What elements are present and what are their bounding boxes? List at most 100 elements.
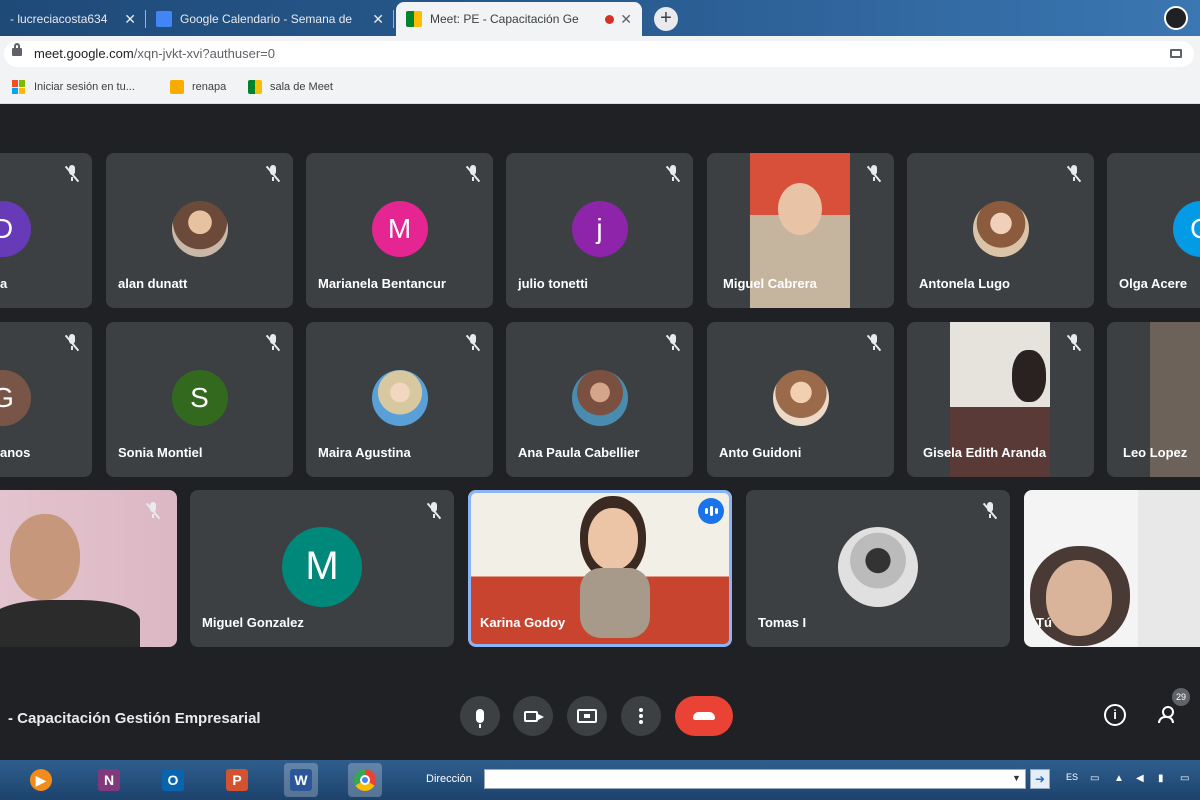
- taskbar-chrome[interactable]: [348, 763, 382, 797]
- bookmark-sala-meet[interactable]: sala de Meet: [248, 80, 333, 94]
- meet-icon: [406, 11, 422, 27]
- muted-mic-icon: [265, 334, 281, 352]
- present-screen-icon: [577, 709, 597, 723]
- meet-stage: D a alan dunatt M Marianela Bentancur j …: [0, 104, 1200, 760]
- avatar: [972, 200, 1029, 257]
- tab-meet[interactable]: Meet: PE - Capacitación Ge ✕: [396, 2, 642, 36]
- language-indicator[interactable]: ES: [1066, 772, 1078, 782]
- taskbar-onenote[interactable]: N: [92, 763, 126, 797]
- muted-mic-icon: [465, 334, 481, 352]
- muted-mic-icon: [866, 165, 882, 183]
- chevron-down-icon[interactable]: ▼: [1012, 773, 1021, 783]
- cast-icon[interactable]: [1170, 49, 1182, 58]
- participant-count-badge: 29: [1172, 688, 1190, 706]
- media-player-icon: ▶: [30, 769, 52, 791]
- participant-tile-self[interactable]: Tú: [1024, 490, 1200, 647]
- face-shape: [10, 514, 80, 600]
- address-toolbar-input[interactable]: [484, 769, 1026, 789]
- participant-tile[interactable]: G anos: [0, 322, 92, 477]
- avatar-initial: G: [0, 381, 14, 413]
- participant-tile[interactable]: Miguel Cabrera: [707, 153, 894, 308]
- microphone-button[interactable]: [460, 696, 500, 736]
- participant-tile[interactable]: O Olga Acere: [1107, 153, 1200, 308]
- avatar: j: [571, 200, 628, 257]
- avatar: [171, 200, 228, 257]
- bookmarks-bar: Iniciar sesión en tu... renapa sala de M…: [0, 72, 1200, 104]
- tab-gmail[interactable]: - lucreciacosta634 ✕: [0, 2, 146, 36]
- bookmark-renapa[interactable]: renapa: [170, 80, 226, 94]
- new-tab-button[interactable]: +: [654, 7, 678, 31]
- participant-tile[interactable]: Ana Paula Cabellier: [506, 322, 693, 477]
- volume-icon[interactable]: ◀: [1136, 773, 1148, 785]
- tab-calendar[interactable]: Google Calendario - Semana de ✕: [146, 2, 394, 36]
- avatar: D: [0, 200, 31, 257]
- bookmark-label: sala de Meet: [270, 81, 333, 93]
- taskbar-powerpoint[interactable]: P: [220, 763, 254, 797]
- url-text[interactable]: meet.google.com/xqn-jvkt-xvi?authuser=0: [34, 46, 275, 61]
- muted-mic-icon: [64, 334, 80, 352]
- participant-name: Anto Guidoni: [719, 445, 802, 460]
- word-icon: W: [290, 769, 312, 791]
- participant-tile[interactable]: S Sonia Montiel: [106, 322, 293, 477]
- participant-tile[interactable]: [0, 490, 177, 647]
- microsoft-icon: [12, 80, 26, 94]
- lock-icon[interactable]: [12, 43, 22, 56]
- participant-name: Olga Acere: [1119, 276, 1188, 291]
- outlook-icon: O: [162, 769, 184, 791]
- participant-tile[interactable]: Gisela Edith Aranda: [907, 322, 1094, 477]
- windows-taskbar: ▶ N O P W Dirección ▼ ➜ ES ▭ ▲ ◀ ▮ ▭: [0, 760, 1200, 800]
- action-center-icon[interactable]: ▭: [1180, 773, 1192, 785]
- more-options-button[interactable]: [621, 696, 661, 736]
- avatar-initial: M: [387, 212, 412, 244]
- network-icon[interactable]: ▮: [1158, 773, 1170, 785]
- address-bar: meet.google.com/xqn-jvkt-xvi?authuser=0: [0, 36, 1200, 72]
- avatar-initial: j: [596, 212, 603, 244]
- participant-tile[interactable]: Leo Lopez: [1107, 322, 1200, 477]
- avatar: [371, 369, 428, 426]
- avatar: [571, 369, 628, 426]
- close-icon[interactable]: ✕: [620, 11, 632, 28]
- participant-tile[interactable]: M Miguel Gonzalez: [190, 490, 454, 647]
- face-shape: [588, 508, 638, 570]
- taskbar-media-player[interactable]: ▶: [24, 763, 58, 797]
- bookmark-microsoft[interactable]: Iniciar sesión en tu...: [12, 80, 135, 94]
- meet-icon: [248, 80, 262, 94]
- muted-mic-icon: [665, 165, 681, 183]
- keyboard-icon[interactable]: ▭: [1090, 773, 1102, 785]
- participant-tile[interactable]: Maira Agustina: [306, 322, 493, 477]
- camera-button[interactable]: [513, 696, 553, 736]
- participant-tile[interactable]: M Marianela Bentancur: [306, 153, 493, 308]
- close-icon[interactable]: ✕: [372, 11, 384, 28]
- browser-tab-strip: - lucreciacosta634 ✕ Google Calendario -…: [0, 0, 1200, 36]
- participant-tile[interactable]: Tomas I: [746, 490, 1010, 647]
- participant-tile-active-speaker[interactable]: Karina Godoy: [468, 490, 732, 647]
- meeting-title: - Capacitación Gestión Empresarial: [8, 710, 261, 727]
- participant-tile[interactable]: alan dunatt: [106, 153, 293, 308]
- participant-name: anos: [0, 445, 31, 460]
- participant-name: Tomas I: [758, 615, 807, 630]
- participant-name: Ana Paula Cabellier: [518, 445, 640, 460]
- muted-mic-icon: [665, 334, 681, 352]
- participant-name: Gisela Edith Aranda: [923, 445, 1047, 460]
- participant-tile[interactable]: Anto Guidoni: [707, 322, 894, 477]
- taskbar-outlook[interactable]: O: [156, 763, 190, 797]
- present-screen-button[interactable]: [567, 696, 607, 736]
- taskbar-word[interactable]: W: [284, 763, 318, 797]
- tab-title: Google Calendario - Semana de: [180, 12, 353, 26]
- url-field[interactable]: meet.google.com/xqn-jvkt-xvi?authuser=0: [4, 41, 1194, 67]
- speaking-icon: [698, 498, 724, 524]
- recording-icon: [605, 14, 615, 24]
- close-icon[interactable]: ✕: [124, 11, 136, 28]
- hang-up-icon: [693, 712, 715, 720]
- participant-tile[interactable]: j julio tonetti: [506, 153, 693, 308]
- participant-tile[interactable]: Antonela Lugo: [907, 153, 1094, 308]
- leave-call-button[interactable]: [675, 696, 733, 736]
- muted-mic-icon: [265, 165, 281, 183]
- show-hidden-icons-icon[interactable]: ▲: [1114, 773, 1126, 785]
- meeting-info-icon[interactable]: i: [1104, 704, 1126, 726]
- participant-tile[interactable]: D a: [0, 153, 92, 308]
- muted-mic-icon: [426, 502, 442, 520]
- profile-avatar[interactable]: [1164, 6, 1188, 30]
- go-arrow-icon[interactable]: ➜: [1030, 769, 1050, 789]
- tab-title: - lucreciacosta634: [10, 12, 108, 26]
